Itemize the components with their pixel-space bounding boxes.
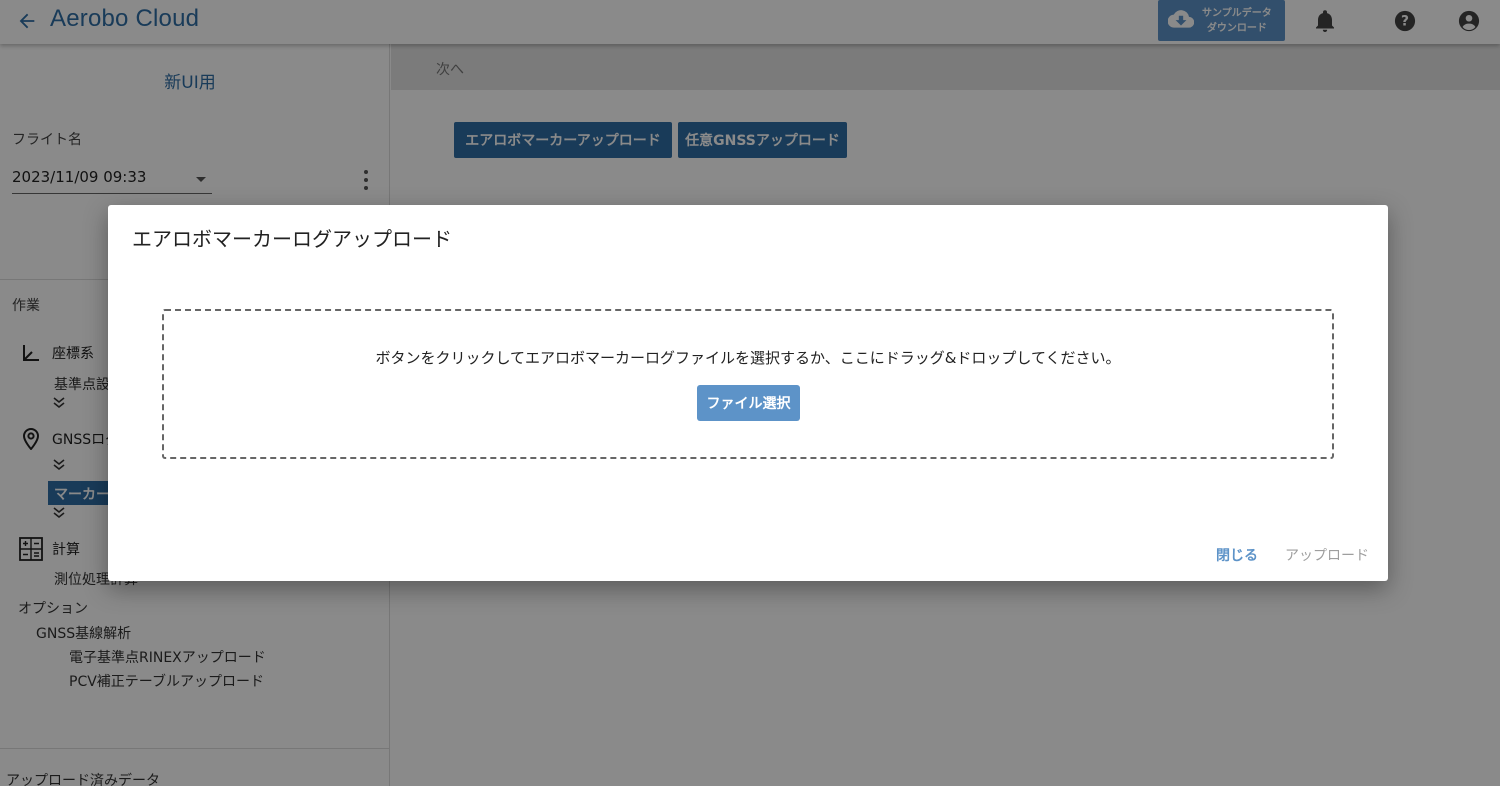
marker-log-upload-dialog: エアロボマーカーログアップロード ボタンをクリックしてエアロボマーカーログファイ… bbox=[108, 205, 1388, 581]
drop-instructions: ボタンをクリックしてエアロボマーカーログファイルを選択するか、ここにドラッグ&ド… bbox=[375, 349, 1121, 367]
close-button[interactable]: 閉じる bbox=[1216, 545, 1258, 565]
file-select-button[interactable]: ファイル選択 bbox=[697, 385, 800, 421]
upload-button[interactable]: アップロード bbox=[1285, 545, 1369, 565]
dialog-title: エアロボマーカーログアップロード bbox=[132, 227, 452, 251]
file-drop-zone[interactable]: ボタンをクリックしてエアロボマーカーログファイルを選択するか、ここにドラッグ&ド… bbox=[162, 309, 1334, 459]
